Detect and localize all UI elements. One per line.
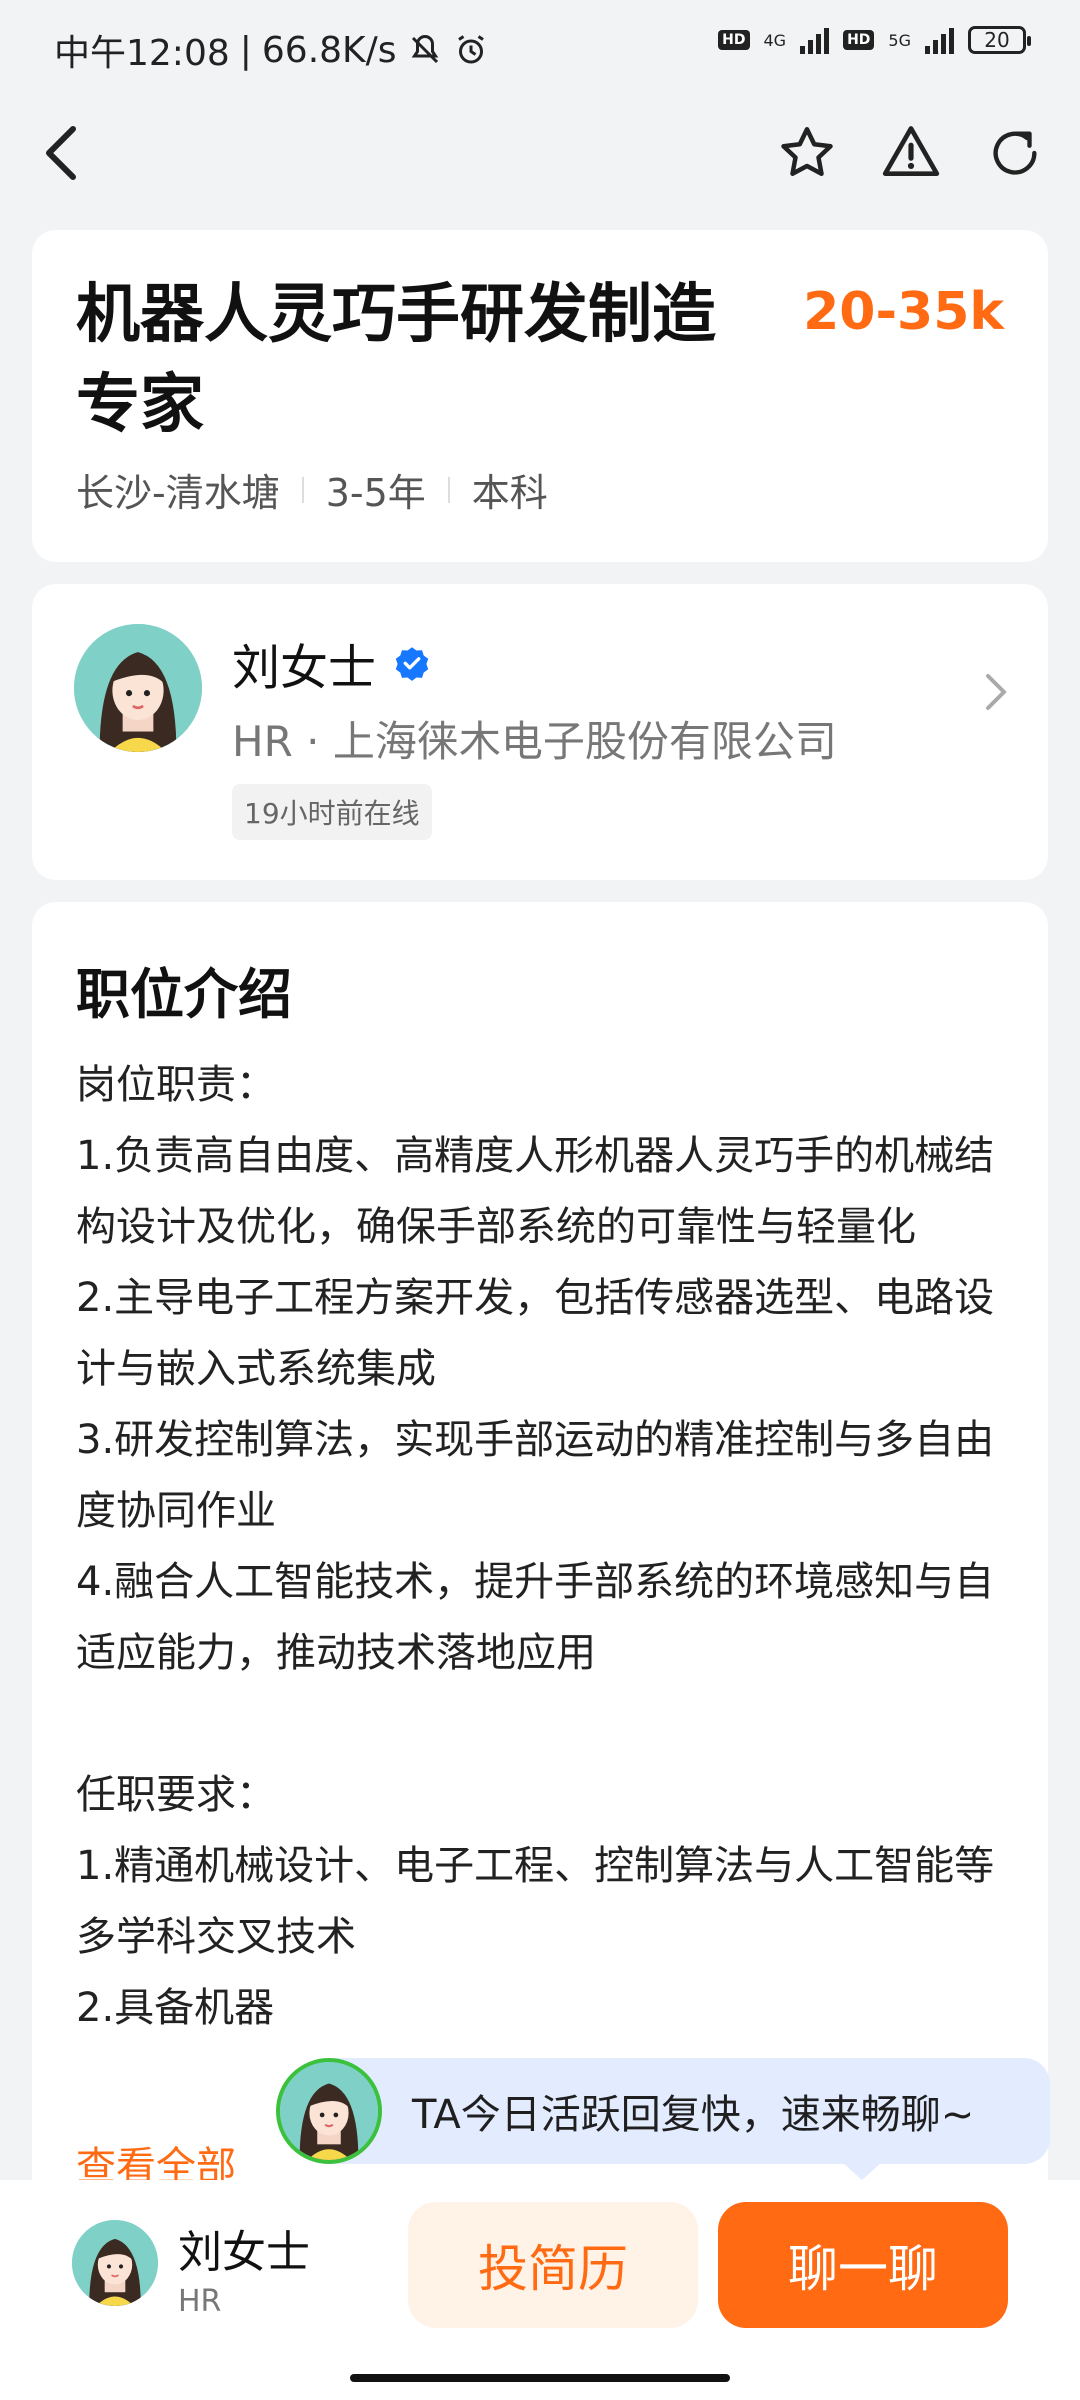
bottom-avatar [72, 2220, 158, 2306]
chat-tip-bubble[interactable]: TA今日活跃回复快，速来畅聊~ [300, 2058, 1050, 2164]
job-education: 本科 [471, 471, 548, 515]
hd-badge-2: HD [843, 30, 875, 50]
home-indicator[interactable] [350, 2374, 730, 2382]
chat-button[interactable]: 聊一聊 [718, 2202, 1008, 2328]
job-title: 机器人灵巧手研发制造专家 [76, 278, 716, 442]
recruiter-avatar [74, 624, 202, 752]
section-title: 职位介绍 [76, 963, 292, 1026]
chevron-right-icon [986, 674, 1007, 710]
duty-item: 2.主导电子工程方案开发，包括传感器选型、电路设计与嵌入式系统集成 [76, 1275, 995, 1392]
requirement-item: 2.具备机器 [76, 1985, 275, 2031]
job-experience: 3-5年 [325, 471, 426, 515]
nav-bar [0, 96, 1080, 206]
salary: 20-35k [803, 282, 1004, 342]
star-icon [781, 127, 833, 176]
signal-icon [800, 26, 830, 54]
recruiter-company: HR · 上海徕木电子股份有限公司 [232, 717, 837, 766]
bottom-action-bar: 刘女士 HR 投简历 聊一聊 [0, 2180, 1080, 2400]
share-button[interactable] [980, 118, 1050, 188]
job-summary-card: 机器人灵巧手研发制造专家 20-35k 长沙-清水塘 3-5年 本科 [32, 230, 1048, 562]
back-arrow-icon [46, 126, 76, 180]
description-text: 岗位职责： 1.负责高自由度、高精度人形机器人灵巧手的机械结构设计及优化，确保手… [76, 1050, 1016, 2044]
status-left: 中午12:08 | 66.8K/s [54, 24, 489, 76]
network-speed: 66.8K/s [261, 29, 397, 71]
back-button[interactable] [26, 118, 96, 188]
job-location: 长沙-清水塘 [76, 471, 280, 515]
favorite-button[interactable] [772, 118, 842, 188]
bubble-avatar [276, 2058, 382, 2164]
chat-tip-text: TA今日活跃回复快，速来畅聊~ [412, 2092, 975, 2138]
job-meta: 长沙-清水塘 3-5年 本科 [76, 462, 548, 517]
online-status-badge: 19小时前在线 [232, 784, 432, 840]
warning-icon [882, 126, 940, 176]
share-icon [993, 131, 1037, 175]
mute-icon [411, 34, 438, 64]
requirements-heading: 任职要求： [76, 1772, 276, 1818]
duties-heading: 岗位职责： [76, 1062, 276, 1108]
meta-divider [447, 476, 450, 503]
network-type-2: 5G [888, 30, 911, 50]
duty-item: 4.融合人工智能技术，提升手部系统的环境感知与自适应能力，推动技术落地应用 [76, 1559, 995, 1676]
duty-item: 3.研发控制算法，实现手部运动的精准控制与多自由度协同作业 [76, 1417, 995, 1534]
verified-icon [395, 647, 429, 681]
recruiter-name: 刘女士 [232, 640, 377, 696]
bottom-recruiter-name: 刘女士 [178, 2227, 310, 2278]
battery-icon: 20 [968, 26, 1031, 54]
hd-badge: HD [718, 30, 750, 50]
submit-resume-button[interactable]: 投简历 [408, 2202, 698, 2328]
duty-item: 1.负责高自由度、高精度人形机器人灵巧手的机械结构设计及优化，确保手部系统的可靠… [76, 1133, 995, 1250]
recruiter-name-row: 刘女士 [232, 628, 430, 698]
network-type-1: 4G [763, 30, 787, 50]
signal-icon-2 [925, 26, 954, 54]
meta-divider [301, 476, 304, 503]
job-description-card: 职位介绍 岗位职责： 1.负责高自由度、高精度人形机器人灵巧手的机械结构设计及优… [32, 902, 1048, 2202]
requirement-item: 1.精通机械设计、电子工程、控制算法与人工智能等多学科交叉技术 [76, 1843, 995, 1960]
bubble-tail [842, 2162, 882, 2180]
report-button[interactable] [876, 118, 946, 188]
recruiter-card[interactable]: 刘女士 HR · 上海徕木电子股份有限公司 19小时前在线 [32, 584, 1048, 880]
alarm-icon [457, 35, 484, 64]
status-right: HD 4G HD 5G 20 [718, 26, 1031, 54]
status-bar: 中午12:08 | 66.8K/s HD 4G HD 5G 20 [0, 0, 1080, 96]
status-divider: | [239, 29, 252, 71]
clock: 中午12:08 [54, 33, 230, 74]
bottom-recruiter-role: HR [178, 2284, 222, 2319]
